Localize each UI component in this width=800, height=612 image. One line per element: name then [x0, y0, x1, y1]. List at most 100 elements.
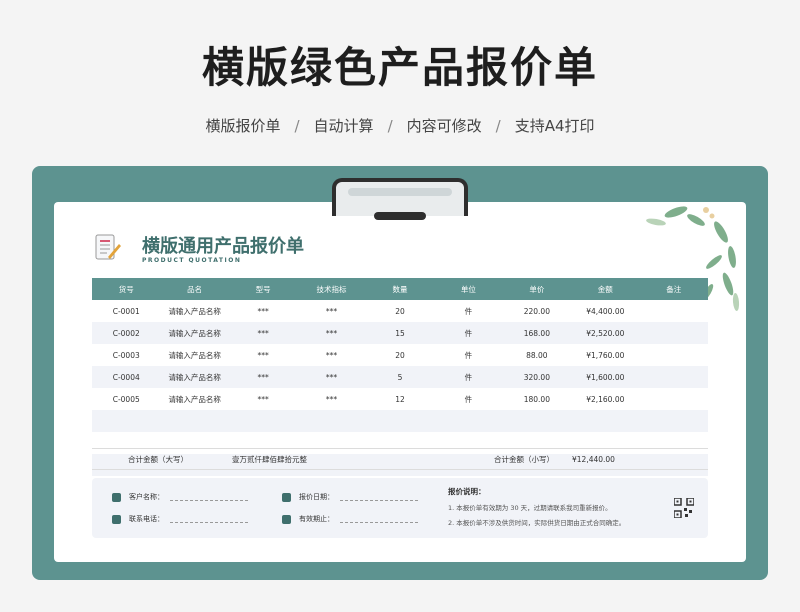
customer-name-field[interactable]: 客户名称： [112, 492, 248, 502]
total-upper-label: 合计金额（大写） [128, 454, 188, 464]
feature-list: 横版报价单 / 自动计算 / 内容可修改 / 支持A4打印 [0, 115, 800, 136]
contact-phone-input[interactable] [170, 516, 248, 523]
document-edit-icon [95, 234, 121, 260]
column-header: 型号 [228, 278, 298, 300]
quote-notes: 报价说明： 1. 本报价单有效期为 30 天，过期请联系我司重新报价。 2. 本… [448, 486, 625, 532]
table-cell[interactable] [160, 410, 229, 432]
table-cell[interactable]: 168.00 [502, 322, 572, 344]
table-cell[interactable]: ¥2,520.00 [571, 322, 640, 344]
valid-until-label: 有效期止： [299, 515, 334, 523]
table-cell[interactable]: *** [229, 344, 297, 366]
total-lower-label: 合计金额（小写） [494, 454, 554, 464]
clip-inner [348, 188, 452, 196]
table-cell[interactable]: C-0003 [92, 344, 160, 366]
column-header: 货号 [92, 278, 161, 300]
table-cell[interactable]: 请输入产品名称 [160, 388, 228, 410]
table-header-row: 货号 品名 型号 技术指标 数量 单位 单价 金额 备注 [92, 278, 708, 300]
table-cell[interactable]: 件 [434, 322, 503, 344]
quotation-table: 货号 品名 型号 技术指标 数量 单位 单价 金额 备注 C-0001 请输入产品… [92, 278, 708, 476]
table-cell[interactable]: ¥1,760.00 [571, 344, 639, 366]
table-cell[interactable]: 件 [434, 388, 502, 410]
table-cell[interactable] [365, 410, 435, 432]
feature-item: 支持A4打印 [514, 117, 595, 135]
table-cell[interactable]: *** [228, 366, 298, 388]
table-cell[interactable] [639, 410, 708, 432]
table-cell[interactable]: 15 [365, 322, 435, 344]
customer-name-input[interactable] [170, 494, 248, 501]
table-cell[interactable]: 请输入产品名称 [160, 322, 229, 344]
table-cell[interactable] [640, 388, 709, 410]
table-cell[interactable]: 请输入产品名称 [160, 366, 229, 388]
table-cell[interactable]: 320.00 [502, 366, 572, 388]
table-cell[interactable]: 220.00 [503, 300, 571, 322]
note-item: 2. 本报价单不涉及供货时间，实际供货日期由正式合同确定。 [448, 519, 626, 527]
table-cell[interactable]: *** [297, 344, 365, 366]
quote-date-input[interactable] [340, 494, 418, 501]
phone-icon [112, 514, 121, 524]
calendar-icon [282, 492, 291, 502]
valid-until-input[interactable] [340, 516, 418, 523]
table-row: C-0002 请输入产品名称 *** *** 15 件 168.00 ¥2,520.00 [92, 322, 708, 344]
table-cell[interactable]: 请输入产品名称 [160, 300, 228, 322]
table-cell[interactable]: 件 [434, 300, 502, 322]
feature-item: 内容可修改 [406, 117, 482, 135]
notes-title: 报价说明： [448, 487, 486, 496]
table-cell[interactable]: C-0001 [92, 300, 160, 322]
table-cell[interactable] [639, 322, 708, 344]
clipboard-clip [332, 178, 468, 220]
total-upper-value[interactable]: 壹万贰仟肆佰肆拾元整 [232, 454, 307, 465]
table-cell[interactable] [297, 410, 366, 432]
table-cell[interactable]: 180.00 [503, 388, 571, 410]
valid-until-field[interactable]: 有效期止： [282, 514, 418, 524]
table-cell[interactable] [639, 366, 708, 388]
table-cell[interactable]: *** [297, 322, 366, 344]
total-lower-value[interactable]: ¥12,440.00 [572, 455, 615, 464]
qr-code-icon [674, 498, 694, 518]
table-cell[interactable]: ¥4,400.00 [571, 300, 639, 322]
table-cell[interactable]: *** [297, 366, 366, 388]
table-cell[interactable]: *** [229, 388, 297, 410]
empty-table-row [92, 410, 708, 432]
table-cell[interactable]: 件 [434, 344, 502, 366]
table-cell[interactable]: *** [297, 388, 365, 410]
table-cell[interactable] [502, 410, 572, 432]
column-header: 金额 [571, 278, 640, 300]
table-row: C-0005 请输入产品名称 *** *** 12 件 180.00 ¥2,160.00 [92, 388, 708, 410]
table-cell[interactable] [640, 300, 709, 322]
table-cell[interactable] [640, 344, 709, 366]
table-cell[interactable]: 件 [434, 366, 503, 388]
table-cell[interactable]: ¥2,160.00 [571, 388, 639, 410]
separator: / [495, 117, 501, 135]
column-header: 数量 [365, 278, 435, 300]
table-cell[interactable]: C-0002 [92, 322, 161, 344]
column-header: 技术指标 [297, 278, 366, 300]
clock-icon [282, 514, 291, 524]
table-cell[interactable] [434, 410, 503, 432]
separator: / [294, 117, 300, 135]
clip-notch [374, 212, 426, 220]
table-cell[interactable]: 88.00 [503, 344, 571, 366]
table-cell[interactable]: ¥1,600.00 [571, 366, 640, 388]
note-item: 1. 本报价单有效期为 30 天，过期请联系我司重新报价。 [448, 504, 612, 512]
table-cell[interactable] [571, 410, 640, 432]
table-cell[interactable]: *** [229, 300, 297, 322]
feature-item: 横版报价单 [205, 117, 281, 135]
contact-phone-field[interactable]: 联系电话： [112, 514, 248, 524]
quote-date-field[interactable]: 报价日期： [282, 492, 418, 502]
table-cell[interactable]: 12 [366, 388, 434, 410]
table-cell[interactable]: 请输入产品名称 [160, 344, 228, 366]
table-cell[interactable]: *** [297, 300, 365, 322]
customer-name-label: 客户名称： [129, 493, 164, 501]
clipboard-board: 横版通用产品报价单 PRODUCT QUOTATION 货号 品名 型号 技术指… [32, 166, 768, 580]
column-header: 单位 [434, 278, 503, 300]
table-cell[interactable]: *** [228, 322, 298, 344]
page-title: 横版绿色产品报价单 [201, 43, 598, 92]
table-cell[interactable] [228, 410, 298, 432]
table-cell[interactable]: C-0005 [92, 388, 160, 410]
table-cell[interactable]: 5 [365, 366, 435, 388]
table-cell[interactable] [92, 410, 161, 432]
column-header: 单价 [502, 278, 572, 300]
table-cell[interactable]: 20 [366, 344, 434, 366]
table-cell[interactable]: 20 [366, 300, 434, 322]
table-cell[interactable]: C-0004 [92, 366, 161, 388]
